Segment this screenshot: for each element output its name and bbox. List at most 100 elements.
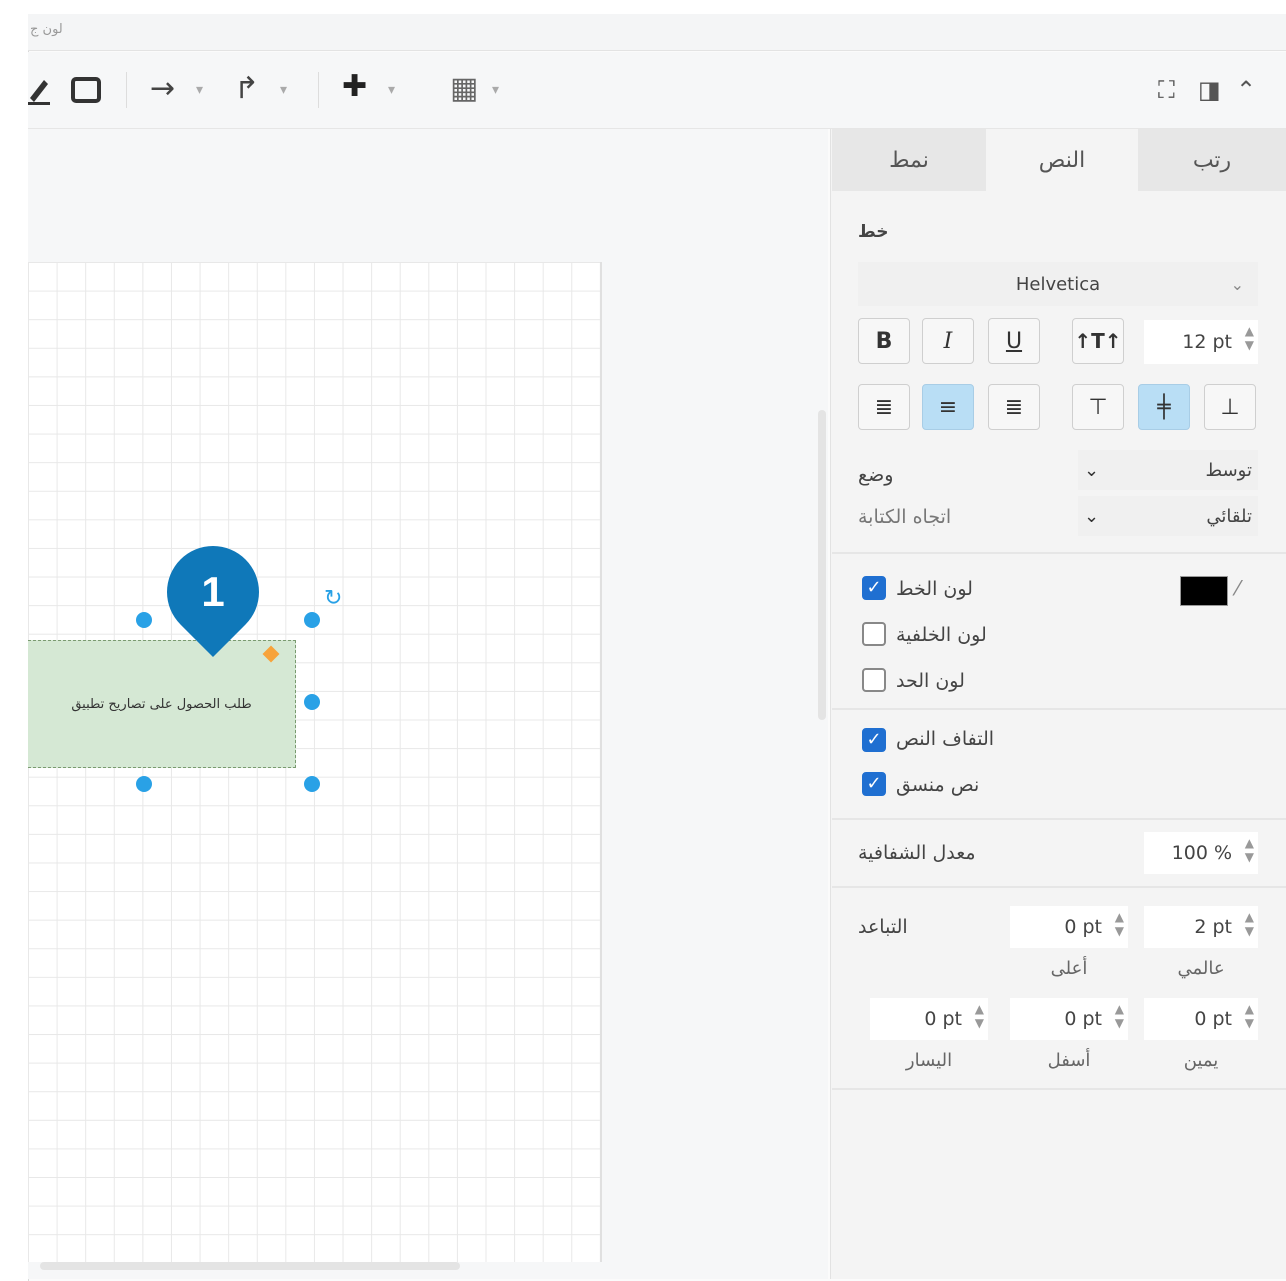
font-color-checkbox[interactable]: ✓ [862,576,886,600]
stepper-icon[interactable]: ▲ ▼ [1245,910,1254,938]
spacing-bottom-input[interactable]: 0 pt ▲ ▼ [1010,998,1128,1040]
border-color-checkbox[interactable] [862,668,886,692]
rectangle-icon[interactable] [68,74,104,106]
stepper-icon[interactable]: ▲ ▼ [1245,324,1254,352]
font-family-select[interactable]: Helvetica ⌄ [858,262,1258,306]
spacing-label: التباعد [858,916,908,938]
resize-handle[interactable] [304,694,320,710]
underline-button[interactable]: U [988,318,1040,364]
align-bottom-icon: ⊥ [1220,394,1240,420]
pencil-icon[interactable] [28,74,50,106]
font-size-input[interactable]: 12 pt ▲ ▼ [1144,320,1258,364]
tab-arrange[interactable]: رتب [1138,129,1286,191]
divider [832,708,1286,710]
bold-button[interactable]: B [858,318,910,364]
align-top-button[interactable]: ⊤ [1072,384,1124,430]
chevron-down-icon: ⌄ [1084,459,1100,481]
chevron-down-icon[interactable]: ▾ [196,82,203,98]
align-right-icon: ≣ [1004,394,1024,420]
align-top-icon: ⊤ [1088,394,1108,420]
title-bar [28,14,1286,51]
formatted-text-checkbox[interactable]: ✓ [862,772,886,796]
chevron-down-icon[interactable]: ▾ [492,82,499,98]
align-bottom-button[interactable]: ⊥ [1204,384,1256,430]
tab-style[interactable]: نمط [832,129,986,191]
table-icon[interactable]: ▦ [450,74,478,104]
chevron-down-icon[interactable]: ▾ [388,82,395,98]
shape-label[interactable]: طلب الحصول على تصاريح تطبيق [71,697,251,712]
align-center-button[interactable]: ≡ [922,384,974,430]
plus-icon[interactable]: ✚ [342,72,367,102]
divider [832,886,1286,888]
spacing-left-caption: اليسار [905,1050,953,1071]
spacing-left-input[interactable]: 0 pt ▲ ▼ [870,998,988,1040]
color-picker-icon[interactable]: ⁄ [1236,576,1239,600]
font-family-value: Helvetica [1015,273,1101,295]
stepper-icon[interactable]: ▲ ▼ [1245,836,1254,864]
collapse-icon[interactable]: ⌃ [1236,76,1256,104]
chevron-down-icon: ⌄ [1230,274,1244,294]
align-middle-button[interactable]: ╪ [1138,384,1190,430]
fullscreen-icon[interactable]: ⛶ [1158,76,1175,104]
format-panel-icon[interactable]: ◨ [1198,76,1221,104]
window-title: لون ج [30,22,63,37]
border-color-label: لون الحد [896,670,965,692]
spacing-global-value: 2 pt [1194,916,1232,938]
spacing-global-caption: عالمي [1177,958,1225,979]
resize-handle[interactable] [304,612,320,628]
tab-text[interactable]: النص [986,129,1138,191]
position-select[interactable]: توسط ⌄ [1078,450,1258,490]
spacing-top-input[interactable]: 0 pt ▲ ▼ [1010,906,1128,948]
divider [832,818,1286,820]
formatted-text-label: نص منسق [896,774,980,796]
word-wrap-label: التفاف النص [896,728,995,750]
chevron-down-icon[interactable]: ▾ [280,82,287,98]
font-color-swatch[interactable] [1180,576,1228,606]
italic-button[interactable]: I [922,318,974,364]
font-section-label: خط [858,222,889,242]
stepper-icon[interactable]: ▲ ▼ [1115,1002,1124,1030]
process-shape[interactable]: طلب الحصول على تصاريح تطبيق [28,640,296,768]
toolbar-separator [126,72,127,108]
background-color-label: لون الخلفية [896,624,987,646]
toolbar [28,52,1286,129]
align-right-button[interactable]: ≣ [988,384,1040,430]
opacity-value: 100 % [1171,842,1232,864]
divider [832,1088,1286,1090]
align-left-button[interactable]: ≣ [858,384,910,430]
connection-arrow-icon[interactable]: → [150,74,175,104]
spacing-right-caption: يمين [1183,1050,1219,1071]
stepper-icon[interactable]: ▲ ▼ [975,1002,984,1030]
spacing-right-input[interactable]: 0 pt ▲ ▼ [1144,998,1258,1040]
align-center-icon: ≡ [938,394,958,420]
vertical-scrollbar[interactable] [818,410,826,720]
rotate-handle-icon[interactable]: ↻ [324,586,342,611]
text-options-button[interactable]: ↑T↑ [1072,318,1124,364]
position-value: توسط [1205,459,1252,481]
spacing-global-input[interactable]: 2 pt ▲ ▼ [1144,906,1258,948]
waypoint-icon[interactable]: ↱ [234,74,259,104]
stepper-icon[interactable]: ▲ ▼ [1245,1002,1254,1030]
toolbar-separator [318,72,319,108]
position-label: وضع [858,464,894,486]
font-color-label: لون الخط [896,578,973,600]
spacing-bottom-caption: أسفل [1047,1050,1091,1071]
opacity-input[interactable]: 100 % ▲ ▼ [1144,832,1258,874]
align-left-icon: ≣ [874,394,894,420]
writing-direction-label: اتجاه الكتابة [858,506,952,528]
resize-handle[interactable] [136,612,152,628]
spacing-top-value: 0 pt [1064,916,1102,938]
spacing-top-caption: أعلى [1050,958,1088,979]
resize-handle[interactable] [136,776,152,792]
spacing-left-value: 0 pt [924,1008,962,1030]
writing-direction-select[interactable]: تلقائي ⌄ [1078,496,1258,536]
word-wrap-checkbox[interactable]: ✓ [862,728,886,752]
resize-handle[interactable] [304,776,320,792]
callout-number: 1 [201,568,225,615]
background-color-checkbox[interactable] [862,622,886,646]
opacity-label: معدل الشفافية [858,842,976,864]
horizontal-scrollbar[interactable] [40,1262,460,1270]
stepper-icon[interactable]: ▲ ▼ [1115,910,1124,938]
font-size-value: 12 pt [1182,331,1232,353]
spacing-bottom-value: 0 pt [1064,1008,1102,1030]
